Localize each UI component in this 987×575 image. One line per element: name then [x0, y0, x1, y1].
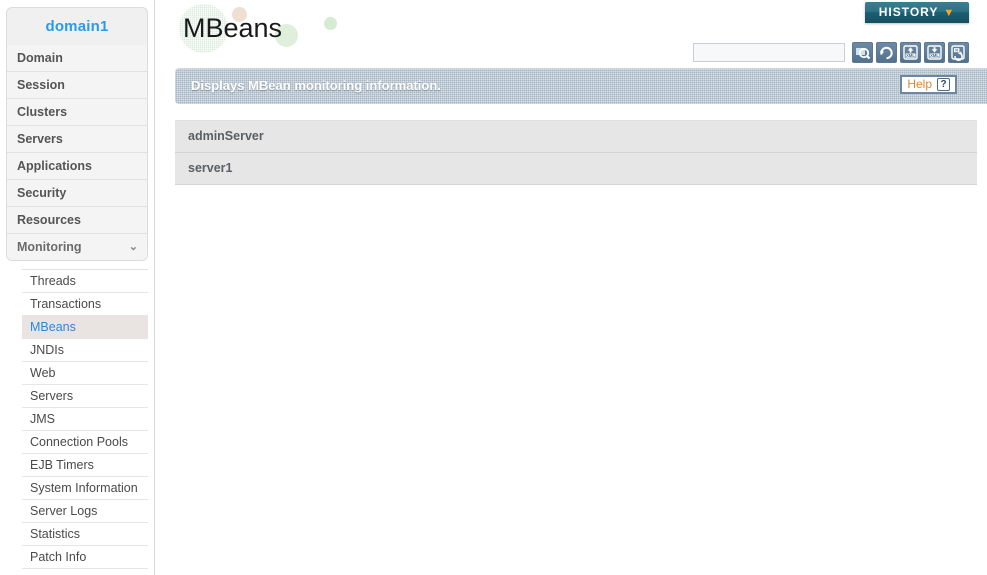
submenu-item-label: Transactions: [30, 297, 102, 311]
sidebar-item-label: Domain: [17, 51, 63, 65]
history-button-label: HISTORY: [878, 5, 939, 19]
sidebar-item-transactions[interactable]: Transactions: [22, 293, 148, 316]
submenu-item-label: MBeans: [30, 320, 76, 334]
submenu-item-label: System Information: [30, 481, 138, 495]
sidebar-item-label: Monitoring: [17, 240, 82, 254]
sidebar-item-servers[interactable]: Servers: [7, 126, 147, 153]
search-input[interactable]: [693, 43, 845, 62]
sidebar-item-security[interactable]: Security: [7, 180, 147, 207]
chevron-down-icon: ▼: [943, 7, 956, 19]
sidebar-item-threads[interactable]: Threads: [22, 270, 148, 293]
decorative-circle-small-icon: [324, 17, 337, 30]
submenu-item-label: Patch Info: [30, 550, 87, 564]
reload-icon[interactable]: [876, 42, 897, 63]
submenu-item-label: Connection Pools: [30, 435, 128, 449]
sidebar-item-jms[interactable]: JMS: [22, 408, 148, 431]
sidebar-item-web[interactable]: Web: [22, 362, 148, 385]
question-mark-icon: ?: [937, 78, 950, 91]
xml-upload-icon[interactable]: XML: [900, 42, 921, 63]
server-name: adminServer: [188, 129, 264, 143]
submenu-item-label: EJB Timers: [30, 458, 94, 472]
list-item[interactable]: server1: [175, 153, 977, 185]
xml-download-icon[interactable]: XML: [924, 42, 945, 63]
toolbar: XML XML R: [693, 42, 969, 63]
sidebar-item-connection-pools[interactable]: Connection Pools: [22, 431, 148, 454]
restart-icon[interactable]: R: [948, 42, 969, 63]
sidebar-item-label: Session: [17, 78, 65, 92]
sidebar-item-jndis[interactable]: JNDIs: [22, 339, 148, 362]
sidebar-item-label: Servers: [17, 132, 63, 146]
info-banner: Displays MBean monitoring information. H…: [175, 68, 987, 104]
svg-text:XML: XML: [930, 53, 939, 58]
server-name: server1: [188, 161, 233, 175]
sidebar-item-label: Security: [17, 186, 67, 200]
sidebar-item-server-logs[interactable]: Server Logs: [22, 500, 148, 523]
page-title-area: MBeans: [176, 4, 337, 53]
submenu-item-label: Threads: [30, 274, 76, 288]
sidebar-item-mbeans[interactable]: MBeans: [22, 316, 148, 339]
submenu-item-label: Server Logs: [30, 504, 98, 518]
sidebar-item-system-information[interactable]: System Information: [22, 477, 148, 500]
submenu-item-label: Servers: [30, 389, 74, 403]
help-button-label: Help: [907, 77, 932, 91]
sidebar-item-applications[interactable]: Applications: [7, 153, 147, 180]
sidebar-item-resources[interactable]: Resources: [7, 207, 147, 234]
list-item[interactable]: adminServer: [175, 120, 977, 153]
page-title: MBeans: [183, 13, 283, 43]
svg-text:XML: XML: [906, 53, 915, 58]
sidebar-item-servers-sub[interactable]: Servers: [22, 385, 148, 408]
submenu-item-label: JNDIs: [30, 343, 65, 357]
sidebar-item-ejb-timers[interactable]: EJB Timers: [22, 454, 148, 477]
sidebar-item-clusters[interactable]: Clusters: [7, 99, 147, 126]
sidebar-item-label: Clusters: [17, 105, 68, 119]
submenu-item-label: Statistics: [30, 527, 81, 541]
sidebar-item-monitoring[interactable]: Monitoring ⌄: [7, 234, 147, 260]
submenu-item-label: JMS: [30, 412, 55, 426]
search-icon[interactable]: [852, 42, 873, 63]
main-content: MBeans HISTORY ▼ XML XML R Displays MBea…: [156, 0, 987, 575]
sidebar-item-session[interactable]: Session: [7, 72, 147, 99]
sidebar: domain1 Domain Session Clusters Servers …: [0, 0, 155, 575]
sidebar-item-label: Applications: [17, 159, 93, 173]
server-list: adminServer server1: [175, 120, 977, 185]
domain-title: domain1: [6, 7, 148, 45]
sidebar-item-domain[interactable]: Domain: [7, 45, 147, 72]
help-button[interactable]: Help ?: [900, 75, 957, 94]
main-nav: Domain Session Clusters Servers Applicat…: [6, 45, 148, 261]
sidebar-item-statistics[interactable]: Statistics: [22, 523, 148, 546]
chevron-down-icon: ⌄: [128, 241, 138, 253]
submenu-item-label: Web: [30, 366, 56, 380]
monitoring-submenu: Threads Transactions MBeans JNDIs Web Se…: [22, 269, 148, 569]
svg-text:R: R: [955, 49, 958, 53]
sidebar-item-patch-info[interactable]: Patch Info: [22, 546, 148, 569]
sidebar-item-label: Resources: [17, 213, 81, 227]
history-button[interactable]: HISTORY ▼: [865, 2, 969, 23]
info-banner-text: Displays MBean monitoring information.: [191, 78, 441, 93]
